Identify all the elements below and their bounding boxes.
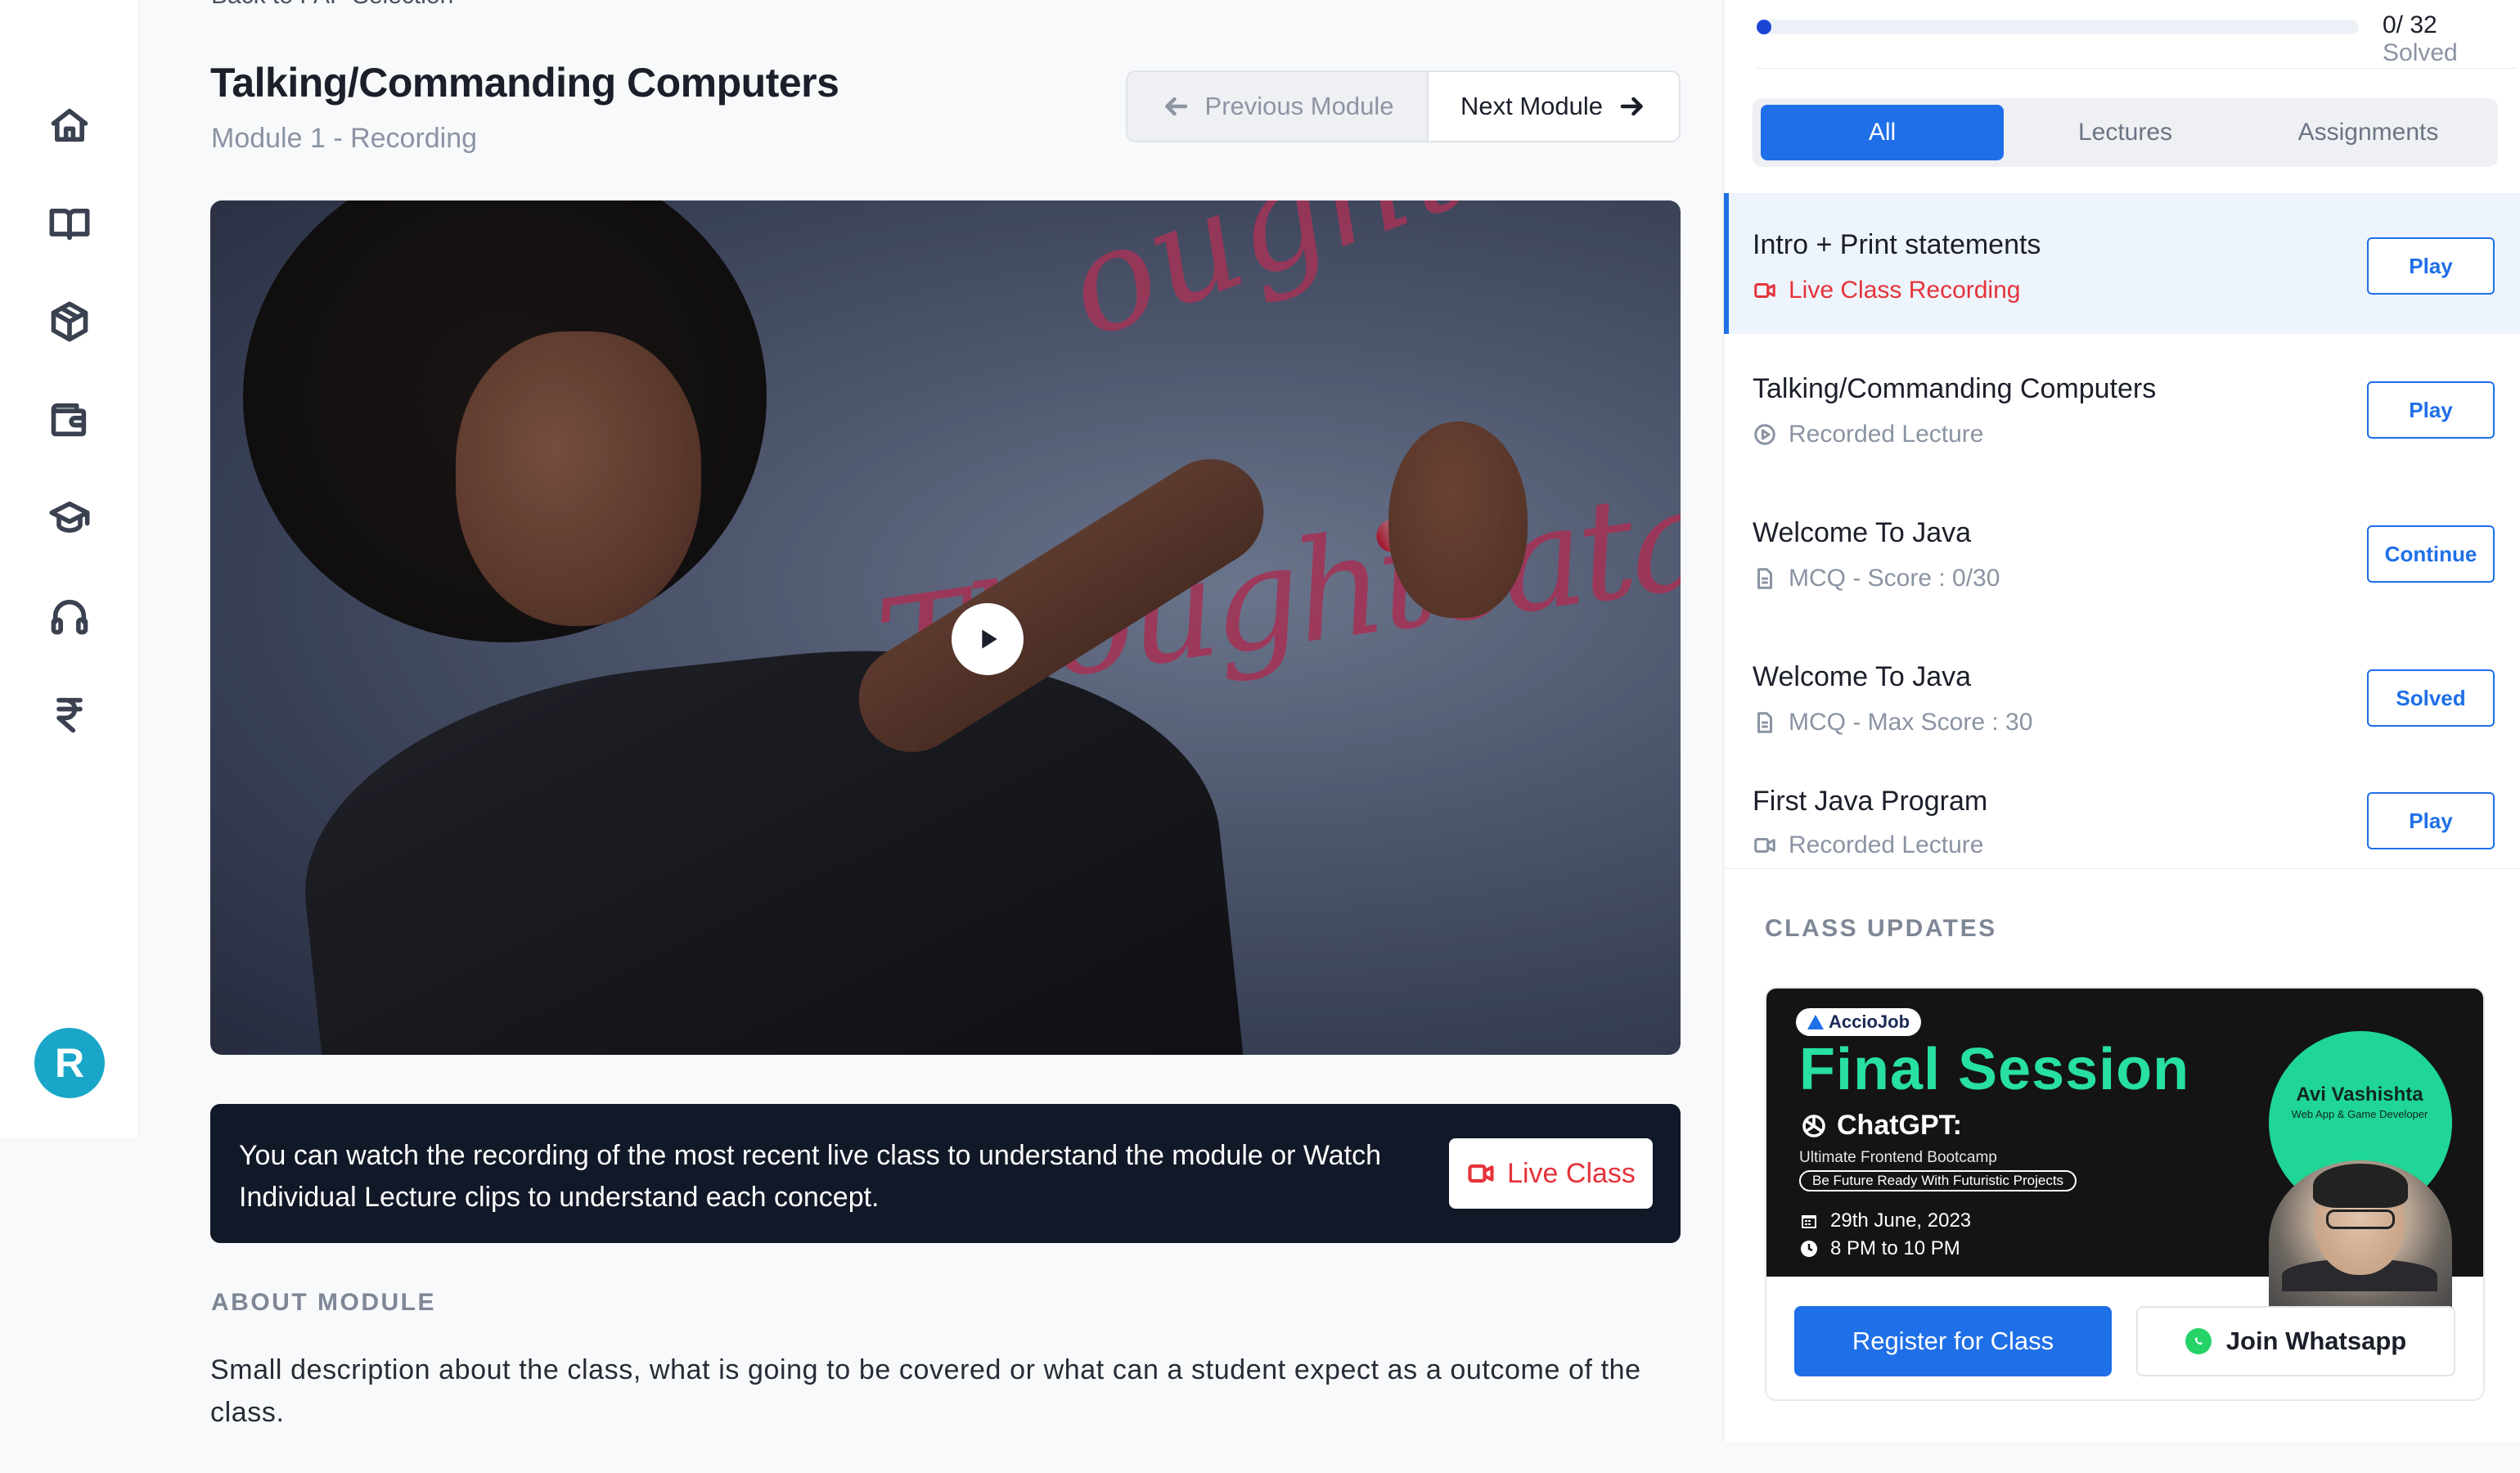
progress-row: 0/ 32 Solved bbox=[1757, 0, 2518, 69]
graduation-cap-icon[interactable] bbox=[43, 491, 97, 545]
banner-title: Final Session bbox=[1799, 1037, 2190, 1102]
tab-lectures[interactable]: Lectures bbox=[2004, 105, 2247, 160]
item-meta-text: Recorded Lecture bbox=[1789, 831, 1984, 858]
about-module-heading: ABOUT MODULE bbox=[211, 1289, 436, 1316]
filter-tabs: All Lectures Assignments bbox=[1753, 98, 2498, 167]
solved-button[interactable]: Solved bbox=[2367, 669, 2495, 727]
speaker-hair bbox=[2313, 1164, 2408, 1208]
banner-topic: ChatGPT: bbox=[1799, 1110, 1962, 1142]
tab-all[interactable]: All bbox=[1761, 105, 2004, 160]
list-item[interactable]: Welcome To Java MCQ - Score : 0/30 Conti… bbox=[1724, 481, 2520, 622]
brand-logo: AccioJob bbox=[1796, 1008, 1922, 1036]
next-module-button[interactable]: Next Module bbox=[1427, 72, 1679, 141]
item-meta: MCQ - Max Score : 30 bbox=[1753, 709, 2032, 736]
item-meta: Live Class Recording bbox=[1753, 277, 2020, 304]
notice-text: You can watch the recording of the most … bbox=[239, 1140, 1382, 1213]
video-icon bbox=[1754, 838, 1775, 853]
next-module-label: Next Module bbox=[1460, 92, 1604, 120]
headphones-icon[interactable] bbox=[43, 589, 97, 643]
progress-count: 0/ 32 bbox=[2383, 11, 2437, 38]
avatar[interactable]: R bbox=[34, 1028, 105, 1098]
arrow-right-icon bbox=[1620, 97, 1643, 116]
list-item[interactable]: Talking/Commanding Computers Recorded Le… bbox=[1724, 337, 2520, 478]
rupee-icon[interactable] bbox=[43, 687, 97, 741]
chatgpt-icon bbox=[1802, 1114, 1825, 1137]
item-meta-text: MCQ - Max Score : 30 bbox=[1789, 709, 2033, 736]
item-title: First Java Program bbox=[1753, 786, 1988, 817]
play-icon bbox=[982, 629, 997, 649]
banner-topic-text: ChatGPT: bbox=[1837, 1110, 1962, 1141]
previous-module-label: Previous Module bbox=[1204, 92, 1394, 120]
page-subtitle: Module 1 - Recording bbox=[211, 123, 478, 154]
list-item[interactable]: First Java Program Recorded Lecture Play bbox=[1724, 769, 2520, 868]
continue-button[interactable]: Continue bbox=[2367, 525, 2495, 583]
item-meta-text: Live Class Recording bbox=[1789, 277, 2021, 304]
progress-fill bbox=[1757, 20, 1771, 34]
play-button[interactable]: Play bbox=[2367, 792, 2495, 849]
list-item[interactable]: Intro + Print statements Live Class Reco… bbox=[1724, 193, 2520, 334]
clock-icon bbox=[1801, 1241, 1817, 1257]
tab-assignments[interactable]: Assignments bbox=[2247, 105, 2490, 160]
about-module-text: Small description about the class, what … bbox=[210, 1354, 1641, 1428]
live-class-button[interactable]: Live Class bbox=[1449, 1138, 1653, 1209]
item-meta: Recorded Lecture bbox=[1753, 831, 1983, 859]
progress-bar bbox=[1757, 20, 2359, 34]
lecture-list: Intro + Print statements Live Class Reco… bbox=[1724, 193, 2520, 869]
item-meta-text: Recorded Lecture bbox=[1789, 421, 1984, 448]
speaker-glasses bbox=[2326, 1209, 2395, 1229]
item-title: Talking/Commanding Computers bbox=[1753, 373, 2157, 404]
play-button[interactable] bbox=[952, 603, 1024, 675]
play-button[interactable]: Play bbox=[2367, 381, 2495, 439]
item-meta: MCQ - Score : 0/30 bbox=[1753, 565, 2000, 592]
speaker-role: Web App & Game Developer bbox=[2291, 1108, 2428, 1120]
wallet-icon[interactable] bbox=[43, 393, 97, 447]
document-icon bbox=[1757, 712, 1772, 733]
book-icon[interactable] bbox=[43, 196, 97, 250]
banner-pill: Be Future Ready With Futuristic Projects bbox=[1799, 1170, 2077, 1191]
breadcrumb[interactable]: Back to FAP Selection bbox=[211, 0, 453, 10]
brand-name: AccioJob bbox=[1829, 1011, 1910, 1032]
video-player[interactable]: ought Thoughtcatalog.co bbox=[210, 200, 1681, 1055]
banner-time-text: 8 PM to 10 PM bbox=[1830, 1237, 1960, 1259]
recording-notice: You can watch the recording of the most … bbox=[210, 1104, 1681, 1243]
live-class-label: Live Class bbox=[1507, 1157, 1636, 1189]
join-whatsapp-label: Join Whatsapp bbox=[2225, 1327, 2407, 1355]
module-nav: Previous Module Next Module bbox=[1126, 70, 1681, 142]
calendar-icon bbox=[1802, 1215, 1816, 1228]
progress-text: 0/ 32 Solved bbox=[2383, 11, 2518, 67]
video-camera-icon bbox=[1468, 1164, 1494, 1183]
progress-solved-label: Solved bbox=[2383, 39, 2458, 66]
register-for-class-button[interactable]: Register for Class bbox=[1794, 1306, 2112, 1376]
item-title: Intro + Print statements bbox=[1753, 229, 2041, 260]
video-overlay bbox=[210, 200, 1681, 1055]
item-title: Welcome To Java bbox=[1753, 517, 1972, 548]
banner-date: 29th June, 2023 bbox=[1799, 1209, 1971, 1232]
play-button[interactable]: Play bbox=[2367, 237, 2495, 295]
video-icon bbox=[1754, 283, 1775, 298]
class-update-card: AccioJob Final Session ChatGPT: Ultimate… bbox=[1765, 987, 2485, 1401]
previous-module-button[interactable]: Previous Module bbox=[1127, 72, 1427, 141]
class-updates-heading: CLASS UPDATES bbox=[1765, 915, 1997, 942]
right-panel: 0/ 32 Solved All Lectures Assignments In… bbox=[1723, 0, 2520, 1442]
item-meta-text: MCQ - Score : 0/30 bbox=[1789, 565, 2000, 592]
home-icon[interactable] bbox=[43, 98, 97, 152]
list-item[interactable]: Welcome To Java MCQ - Max Score : 30 Sol… bbox=[1724, 625, 2520, 766]
session-banner[interactable]: AccioJob Final Session ChatGPT: Ultimate… bbox=[1766, 989, 2483, 1324]
join-whatsapp-button[interactable]: Join Whatsapp bbox=[2136, 1306, 2455, 1376]
speaker-name: Avi Vashishta bbox=[2296, 1083, 2423, 1106]
banner-time: 8 PM to 10 PM bbox=[1799, 1237, 1960, 1260]
whatsapp-icon bbox=[2185, 1328, 2212, 1354]
item-title: Welcome To Java bbox=[1753, 661, 1972, 692]
document-icon bbox=[1757, 568, 1772, 589]
banner-date-text: 29th June, 2023 bbox=[1830, 1209, 1972, 1232]
banner-subtitle: Ultimate Frontend Bootcamp bbox=[1799, 1149, 1997, 1166]
item-meta: Recorded Lecture bbox=[1753, 421, 1983, 448]
play-circle-icon bbox=[1754, 424, 1775, 445]
page-title: Talking/Commanding Computers bbox=[210, 60, 839, 106]
brand-mark-icon bbox=[1807, 1015, 1824, 1029]
left-sidebar: R bbox=[0, 0, 139, 1137]
cube-icon[interactable] bbox=[43, 295, 97, 349]
arrow-left-icon bbox=[1164, 97, 1187, 116]
